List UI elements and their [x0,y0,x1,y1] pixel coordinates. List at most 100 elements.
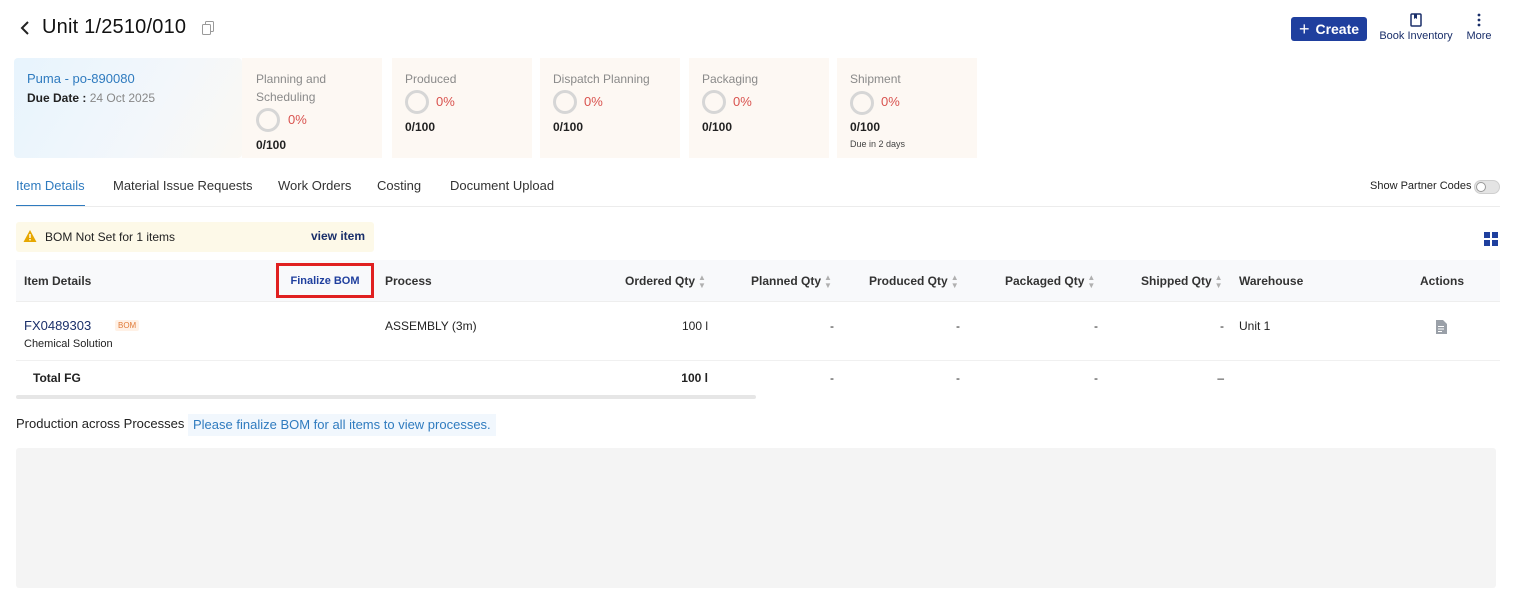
production-message: Please finalize BOM for all items to vie… [188,414,496,436]
due-date-label: Due Date : [27,91,87,105]
total-shipped-qty: – [1217,371,1224,385]
stage-card-planning: Planning and Scheduling 0% 0/100 [242,58,382,158]
progress-ring-icon [405,90,429,114]
back-arrow-icon[interactable] [18,18,34,38]
stage-percent: 0% [733,94,752,109]
sort-icon: ▲ ▼ [950,273,959,290]
total-label: Total FG [33,371,81,385]
book-inventory-label: Book Inventory [1379,30,1453,42]
page-title: Unit 1/2510/010 [42,16,187,38]
page-header: Unit 1/2510/010 + Create Book Inventory … [0,0,1513,56]
stage-label: Planning and Scheduling [256,72,327,104]
progress-ring-icon [256,108,280,132]
progress-ring-icon [702,90,726,114]
view-item-link[interactable]: view item [311,229,365,243]
copy-icon[interactable] [202,21,215,36]
total-planned-qty: - [830,371,834,385]
document-icon[interactable] [1435,320,1447,334]
more-vertical-icon [1477,12,1481,28]
col-ordered-qty-label: Ordered Qty [625,274,696,289]
progress-cards: Puma - po-890080 Due Date : 24 Oct 2025 … [14,58,1508,158]
progress-ring-icon [850,91,874,115]
order-summary-card: Puma - po-890080 Due Date : 24 Oct 2025 [14,58,242,158]
due-date-value: 24 Oct 2025 [89,91,156,105]
col-packaged-qty-label: Packaged Qty [1005,274,1085,289]
ordered-qty-cell: 100 l [681,319,708,333]
stage-card-produced: Produced 0% 0/100 [392,58,532,158]
col-process: Process [385,274,432,288]
stage-card-dispatch: Dispatch Planning 0% 0/100 [540,58,680,158]
packaged-qty-cell: - [1094,319,1098,333]
stage-count: 0/100 [405,120,436,134]
stage-percent: 0% [881,94,900,109]
bom-warning-banner: BOM Not Set for 1 items view item [16,222,374,252]
production-panel [16,448,1496,588]
planned-qty-cell: - [830,319,834,333]
total-packaged-qty: - [1094,371,1098,385]
process-cell: ASSEMBLY (3m) [385,319,477,333]
stage-count: 0/100 [702,120,733,134]
sort-icon: ▲ ▼ [824,273,832,290]
col-packaged-qty[interactable]: Packaged Qty ▲ ▼ [1005,274,1095,290]
table-horizontal-scrollbar[interactable] [16,395,756,399]
col-produced-qty-label: Produced Qty [869,274,948,289]
partner-codes-label: Show Partner Codes [1370,180,1472,192]
col-warehouse: Warehouse [1239,274,1304,288]
sort-icon: ▲ ▼ [698,273,706,290]
book-icon [1410,12,1422,28]
warehouse-cell: Unit 1 [1239,319,1271,333]
stage-label: Produced [405,72,457,86]
total-row: Total FG 100 l - - - – [16,362,1500,396]
more-label: More [1466,30,1492,42]
create-button[interactable]: + Create [1291,17,1367,41]
due-date: Due Date : 24 Oct 2025 [27,91,155,105]
col-shipped-qty[interactable]: Shipped Qty ▲ ▼ [1141,274,1223,290]
stage-note: Due in 2 days [850,139,906,149]
tab-work-orders[interactable]: Work Orders [278,178,351,193]
stage-label: Shipment [850,72,901,86]
col-shipped-qty-label: Shipped Qty [1141,274,1212,289]
item-name: Chemical Solution [24,338,113,350]
col-planned-qty-label: Planned Qty [751,274,822,289]
book-inventory-button[interactable]: Book Inventory [1376,12,1456,42]
item-code-link[interactable]: FX0489303 [24,318,91,333]
stage-percent: 0% [584,94,603,109]
tab-material-issue-requests[interactable]: Material Issue Requests [113,178,252,193]
more-button[interactable]: More [1462,12,1496,42]
warning-icon [23,229,37,243]
produced-qty-cell: - [956,319,960,333]
total-produced-qty: - [956,371,960,385]
stage-percent: 0% [288,112,307,127]
table-header: Item Details Process Ordered Qty ▲ ▼ Plann… [16,260,1500,302]
tab-costing[interactable]: Costing [377,178,421,193]
finalize-bom-button[interactable]: Finalize BOM [276,263,374,298]
sort-icon: ▲ ▼ [1087,273,1096,290]
tabs-divider [16,206,1500,207]
finalize-bom-label: Finalize BOM [290,274,360,287]
stage-count: 0/100 [553,120,584,134]
col-planned-qty[interactable]: Planned Qty ▲ ▼ [751,274,832,290]
stage-count: 0/100 [850,120,881,134]
po-link[interactable]: Puma - po-890080 [27,71,135,86]
shipped-qty-cell: - [1220,319,1224,333]
bom-badge: BOM [115,320,140,331]
partner-codes-toggle[interactable] [1474,180,1500,194]
sort-icon: ▲ ▼ [1214,273,1223,290]
stage-count: 0/100 [256,138,287,152]
stage-percent: 0% [436,94,455,109]
col-ordered-qty[interactable]: Ordered Qty ▲ ▼ [625,274,706,290]
total-ordered-qty: 100 l [681,371,708,385]
production-label: Production across Processes [16,416,185,431]
tab-item-details[interactable]: Item Details [16,178,85,193]
stage-card-packaging: Packaging 0% 0/100 [689,58,829,158]
stage-label: Packaging [702,72,759,86]
tab-document-upload[interactable]: Document Upload [450,178,554,193]
plus-icon: + [1298,19,1310,39]
col-item-details: Item Details [24,274,92,288]
stage-label: Dispatch Planning [553,72,650,86]
col-produced-qty[interactable]: Produced Qty ▲ ▼ [869,274,959,290]
create-button-label: Create [1315,21,1360,37]
progress-ring-icon [553,90,577,114]
warning-text: BOM Not Set for 1 items [45,230,176,244]
column-layout-icon[interactable] [1484,232,1498,246]
